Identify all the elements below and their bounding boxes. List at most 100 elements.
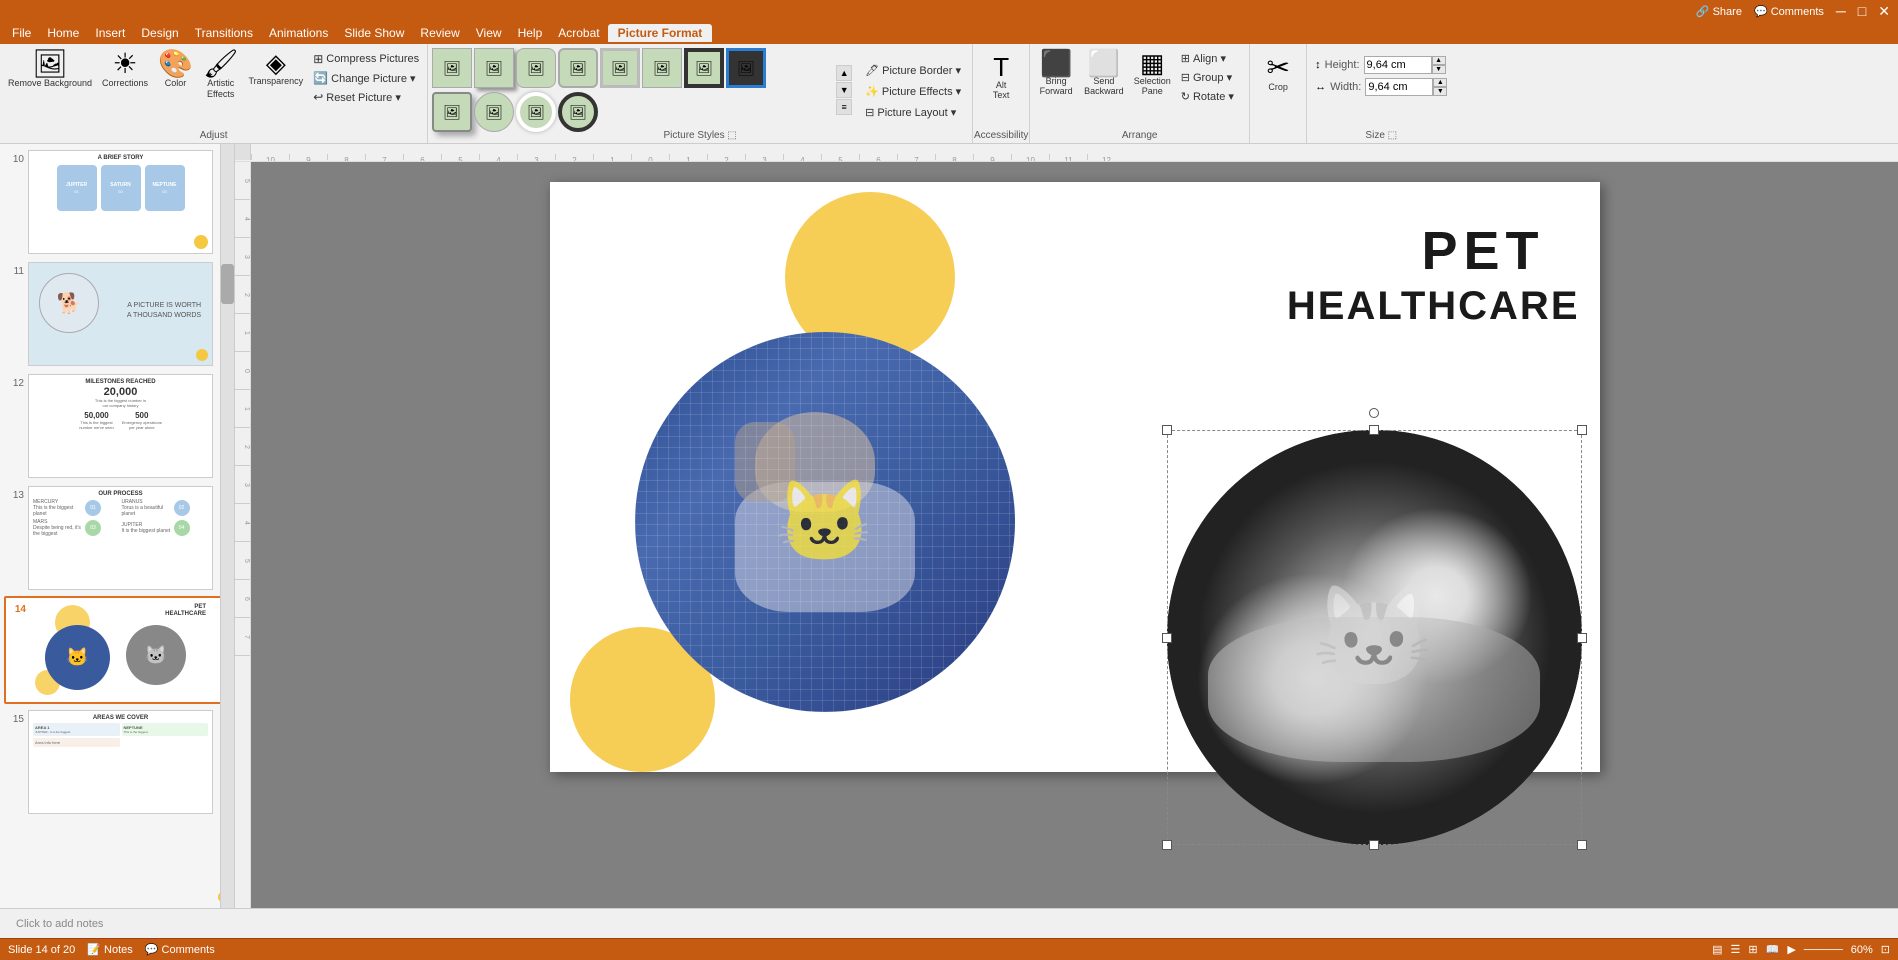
style-plain[interactable]: 🖼: [432, 48, 472, 88]
gallery-more[interactable]: ≡: [836, 99, 852, 115]
style-shadow[interactable]: 🖼: [474, 48, 514, 88]
picture-styles-group: 🖼 🖼 🖼 🖼 🖼 🖼 🖼 🖼 🖼 🖼 🖼 🖼: [428, 44, 973, 143]
slide-panel-scrollbar[interactable]: [220, 144, 234, 908]
style-thick[interactable]: 🖼: [600, 48, 640, 88]
gallery-down[interactable]: ▼: [836, 82, 852, 98]
menu-view[interactable]: View: [468, 24, 510, 42]
send-backward-button[interactable]: ⬜ SendBackward: [1080, 48, 1128, 98]
handle-tr[interactable]: [1577, 425, 1587, 435]
menu-slideshow[interactable]: Slide Show: [336, 24, 412, 42]
menu-design[interactable]: Design: [133, 24, 186, 42]
crop-button[interactable]: ✂ Crop: [1256, 52, 1300, 94]
slide-thumb-12[interactable]: 12 MILESTONES REACHED 20,000 This is the…: [4, 372, 230, 480]
adjust-group: 🖼 Remove Background ☀ Corrections 🎨 Colo…: [0, 44, 428, 143]
notes-bar[interactable]: Click to add notes: [0, 908, 1898, 938]
maximize-button[interactable]: □: [1858, 3, 1866, 19]
change-picture-button[interactable]: 🔄 Change Picture ▾: [309, 69, 423, 87]
menu-acrobat[interactable]: Acrobat: [550, 24, 607, 42]
view-sorter-icon[interactable]: ⊞: [1748, 943, 1757, 956]
align-button[interactable]: ⊞ Align ▾: [1177, 50, 1238, 67]
comments-button[interactable]: 💬 Comments: [1754, 5, 1824, 18]
style-dark-border[interactable]: 🖼: [684, 48, 724, 88]
handle-bl[interactable]: [1162, 840, 1172, 850]
menu-review[interactable]: Review: [412, 24, 467, 42]
handle-tm[interactable]: [1369, 425, 1379, 435]
view-outline-icon[interactable]: ☰: [1731, 943, 1741, 956]
handle-ml[interactable]: [1162, 633, 1172, 643]
height-spin-down[interactable]: ▼: [1432, 65, 1446, 74]
bring-forward-button[interactable]: ⬛ BringForward: [1034, 48, 1078, 98]
menu-picture-format[interactable]: Picture Format: [608, 24, 713, 42]
color-button[interactable]: 🎨 Color: [154, 48, 197, 91]
slide-thumb-10[interactable]: 10 A BRIEF STORY JUPITER 01 SATURN 02 NE…: [4, 148, 230, 256]
transparency-button[interactable]: ◈ Transparency: [244, 48, 307, 89]
width-spin-down[interactable]: ▼: [1433, 87, 1447, 96]
slide-number-10: 10: [6, 154, 24, 165]
size-label: Size ⬚: [1307, 130, 1455, 141]
zoom-slider[interactable]: ─────: [1804, 944, 1843, 956]
menu-insert[interactable]: Insert: [87, 24, 133, 42]
height-spin-up[interactable]: ▲: [1432, 56, 1446, 65]
menu-help[interactable]: Help: [510, 24, 551, 42]
healthcare-title-text: HEALTHCARE: [1287, 284, 1580, 329]
share-button[interactable]: 🔗 PowerPoint - Pet Healthcare Presentati…: [1696, 5, 1742, 18]
picture-effects-button[interactable]: ✨ Picture Effects ▾: [858, 82, 968, 101]
view-normal-icon[interactable]: ▤: [1712, 943, 1722, 956]
slide-number-14: 14: [8, 604, 26, 615]
style-oval-black[interactable]: 🖼: [558, 92, 598, 132]
slide-thumb-11[interactable]: 11 🐕 A PICTURE IS WORTHA THOUSAND WORDS: [4, 260, 230, 368]
handle-br[interactable]: [1577, 840, 1587, 850]
compress-pictures-button[interactable]: ⊞ Compress Pictures: [309, 50, 423, 68]
menu-animations[interactable]: Animations: [261, 24, 336, 42]
accessibility-label: Accessibility: [973, 130, 1029, 141]
notes-icon[interactable]: 📝 Notes: [87, 943, 133, 956]
corrections-button[interactable]: ☀ Corrections: [98, 48, 152, 91]
style-oval-border[interactable]: 🖼: [516, 92, 556, 132]
remove-background-button[interactable]: 🖼 Remove Background: [4, 48, 96, 91]
canvas-scroll[interactable]: 🐱 PET HEALTHCARE: [251, 162, 1898, 908]
style-rounded[interactable]: 🖼: [558, 48, 598, 88]
group-button[interactable]: ⊟ Group ▾: [1177, 69, 1238, 86]
style-perspective[interactable]: 🖼: [432, 92, 472, 132]
view-slideshow-icon[interactable]: ▶: [1787, 943, 1795, 956]
canvas-area: 10 9 8 7 6 5 4 3 2 1 0 1 2 3 4 5 6: [235, 144, 1898, 908]
slide-thumb-15[interactable]: 15 AREAS WE COVER AREA 1 JUPITER - It is…: [4, 708, 230, 816]
style-reflected[interactable]: 🖼: [642, 48, 682, 88]
close-button[interactable]: ✕: [1878, 3, 1890, 20]
width-spin-up[interactable]: ▲: [1433, 78, 1447, 87]
view-reading-icon[interactable]: 📖: [1766, 943, 1780, 956]
menu-home[interactable]: Home: [39, 24, 87, 42]
ruler-horizontal: 10 9 8 7 6 5 4 3 2 1 0 1 2 3 4 5 6: [235, 144, 1898, 162]
rotate-button[interactable]: ↻ Rotate ▾: [1177, 88, 1238, 105]
bw-photo-container[interactable]: 🐱: [1167, 430, 1582, 845]
menu-transitions[interactable]: Transitions: [187, 24, 261, 42]
style-soft-edge[interactable]: 🖼: [516, 48, 556, 88]
width-input[interactable]: [1365, 78, 1433, 96]
picture-styles-label: Picture Styles ⬚: [428, 130, 972, 141]
gallery-up[interactable]: ▲: [836, 65, 852, 81]
handle-tl[interactable]: [1162, 425, 1172, 435]
slide-thumb-13[interactable]: 13 OUR PROCESS MERCURYThis is the bigges…: [4, 484, 230, 592]
picture-layout-button[interactable]: ⊟ Picture Layout ▾: [858, 103, 968, 122]
reset-picture-button[interactable]: ↩ Reset Picture ▾: [309, 88, 423, 106]
slide-thumb-14[interactable]: 14 🐱 🐱 PETHEALTHCARE: [4, 596, 230, 704]
menu-file[interactable]: File: [4, 24, 39, 42]
arrange-label: Arrange: [1030, 130, 1249, 141]
artistic-effects-button[interactable]: 🖌 ArtisticEffects: [199, 48, 243, 102]
handle-mr[interactable]: [1577, 633, 1587, 643]
handle-bm[interactable]: [1369, 840, 1379, 850]
cat-mosaic-circle[interactable]: 🐱: [635, 332, 1015, 712]
comments-icon[interactable]: 💬 Comments: [145, 943, 215, 956]
style-selected[interactable]: 🖼: [726, 48, 766, 88]
style-oval[interactable]: 🖼: [474, 92, 514, 132]
height-input[interactable]: [1364, 56, 1432, 74]
zoom-fit-icon[interactable]: ⊡: [1881, 943, 1890, 956]
minimize-button[interactable]: ─: [1836, 3, 1846, 19]
handle-rotate[interactable]: [1369, 408, 1379, 418]
notes-placeholder: Click to add notes: [16, 918, 103, 930]
alt-text-button[interactable]: T AltText: [979, 52, 1023, 102]
adjust-label: Adjust: [0, 130, 427, 141]
slide-number-13: 13: [6, 490, 24, 501]
selection-pane-button[interactable]: ▦ SelectionPane: [1130, 48, 1175, 98]
picture-border-button[interactable]: 🖊 Picture Border ▾: [858, 61, 968, 80]
